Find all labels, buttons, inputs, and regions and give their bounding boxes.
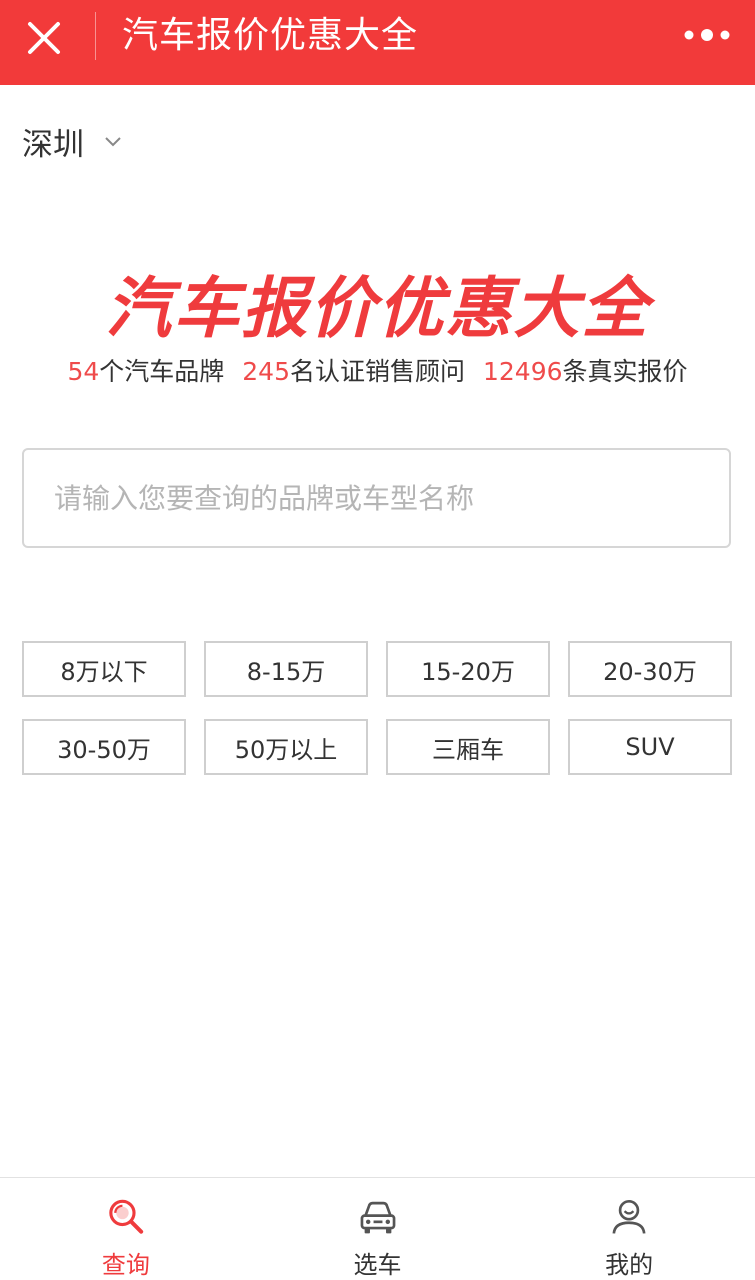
- stat-advisor-label: 名认证销售顾问: [289, 357, 465, 386]
- header-divider: [95, 12, 96, 60]
- price-filter-grid: 8万以下 8-15万 15-20万 20-30万 30-50万 50万以上 三厢…: [22, 641, 732, 775]
- chevron-down-icon: [105, 137, 121, 147]
- filter-chip-15-20w[interactable]: 15-20万: [386, 641, 550, 697]
- filter-chip-over-50w[interactable]: 50万以上: [204, 719, 368, 775]
- more-dots-icon: [684, 29, 730, 41]
- tab-choose-car-label: 选车: [353, 1251, 402, 1279]
- search-box: [22, 448, 731, 548]
- search-input[interactable]: [24, 450, 729, 546]
- stat-brand-count: 54: [67, 357, 100, 386]
- tab-choose-car[interactable]: 选车: [252, 1178, 504, 1280]
- tab-search-label: 查询: [101, 1251, 150, 1279]
- more-button[interactable]: [681, 20, 733, 50]
- close-button[interactable]: [22, 16, 66, 60]
- stats-line: 54个汽车品牌 245名认证销售顾问 12496条真实报价: [0, 352, 755, 388]
- city-selector[interactable]: 深圳: [22, 118, 124, 164]
- stat-advisor-count: 245: [242, 357, 290, 386]
- top-bar: 汽车报价优惠大全: [0, 0, 755, 85]
- close-icon: [28, 22, 60, 54]
- search-icon: [109, 1199, 143, 1234]
- bottom-tab-bar: 查询 选车 我的: [0, 1177, 755, 1280]
- car-icon: [360, 1201, 395, 1234]
- user-icon: [612, 1200, 646, 1234]
- city-name: 深圳: [22, 126, 84, 163]
- filter-chip-suv[interactable]: SUV: [568, 719, 732, 775]
- stat-brand-label: 个汽车品牌: [99, 357, 225, 386]
- brand-title: 汽车报价优惠大全: [105, 270, 650, 347]
- tab-search[interactable]: 查询: [0, 1178, 252, 1280]
- filter-chip-30-50w[interactable]: 30-50万: [22, 719, 186, 775]
- page-title: 汽车报价优惠大全: [122, 15, 419, 56]
- tab-mine-label: 我的: [605, 1251, 654, 1279]
- stat-quote-count: 12496: [483, 357, 563, 386]
- filter-chip-8-15w[interactable]: 8-15万: [204, 641, 368, 697]
- filter-chip-sedan[interactable]: 三厢车: [386, 719, 550, 775]
- tab-mine[interactable]: 我的: [503, 1178, 755, 1280]
- filter-chip-20-30w[interactable]: 20-30万: [568, 641, 732, 697]
- filter-chip-under-8w[interactable]: 8万以下: [22, 641, 186, 697]
- stat-quote-label: 条真实报价: [562, 357, 688, 386]
